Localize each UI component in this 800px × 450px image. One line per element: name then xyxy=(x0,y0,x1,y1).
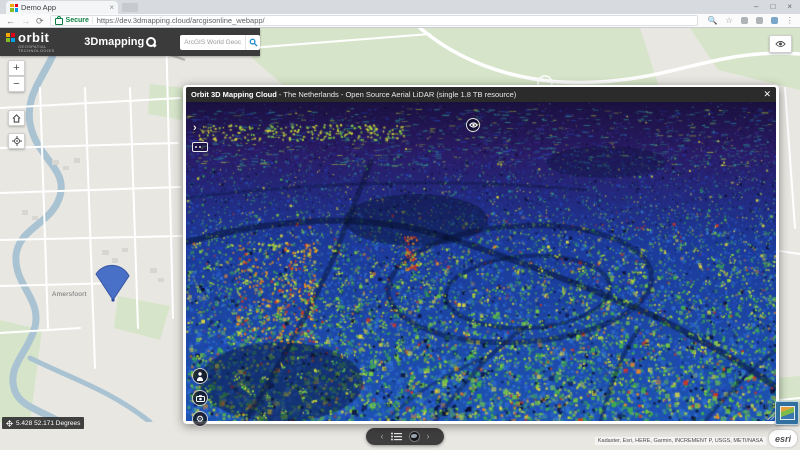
logo-square xyxy=(11,33,15,37)
browser-address-bar: ← → ⟳ Secure | https://dev.3dmapping.clo… xyxy=(0,14,800,28)
viewer-title-brand: Orbit 3D Mapping Cloud xyxy=(191,90,277,99)
zoom-out-button[interactable]: − xyxy=(8,76,25,92)
browser-menu-icon[interactable]: ⋮ xyxy=(786,16,794,25)
new-tab-button[interactable] xyxy=(122,3,138,12)
tab-favicon-icon xyxy=(10,3,18,12)
map-attribution: Kadaster, Esri, HERE, Garmin, INCREMENT … xyxy=(594,437,766,445)
extension-icon-1[interactable] xyxy=(740,17,748,24)
favicon-square xyxy=(10,3,14,7)
camera-button[interactable] xyxy=(192,390,208,406)
minimized-widget-button[interactable] xyxy=(775,401,799,425)
url-text: https://dev.3dmapping.cloud/arcgisonline… xyxy=(96,16,265,25)
zoom-in-button[interactable]: + xyxy=(8,60,25,76)
minimap-toggle-button[interactable] xyxy=(192,142,208,152)
favicon-square xyxy=(14,3,18,7)
home-icon xyxy=(12,113,21,123)
coordinates-readout: 5.428 52.171 Degrees xyxy=(2,417,85,429)
tab-close-icon[interactable]: × xyxy=(109,3,114,12)
switcher-next-button[interactable]: › xyxy=(427,432,430,441)
map-city-label: Amersfoort xyxy=(52,291,87,298)
esri-logo: esri xyxy=(769,430,797,447)
tab-title: Demo App xyxy=(21,3,57,12)
extension-icon-2[interactable] xyxy=(755,17,763,24)
locate-icon xyxy=(11,136,22,146)
browser-tab[interactable]: Demo App × xyxy=(6,1,118,14)
eye-icon xyxy=(775,41,786,47)
esri-logo-text: esri xyxy=(774,433,791,444)
basemap-switcher: ‹ › xyxy=(366,428,444,445)
locate-button[interactable] xyxy=(8,133,25,149)
secure-badge: Secure xyxy=(65,17,89,24)
visibility-button[interactable] xyxy=(769,35,792,53)
coordinates-text: 5.428 52.171 Degrees xyxy=(16,419,81,427)
logo-square xyxy=(11,38,15,42)
url-field[interactable]: Secure | https://dev.3dmapping.cloud/arc… xyxy=(49,15,698,26)
viewer-modal: Orbit 3D Mapping Cloud - The Netherlands… xyxy=(183,85,779,427)
browser-action-icons: 🔍 ☆ ⋮ xyxy=(708,16,794,25)
home-button[interactable] xyxy=(8,110,25,126)
search-button[interactable] xyxy=(245,34,260,50)
layer-list-icon[interactable] xyxy=(390,432,402,441)
orbit-logo: orbit GEOSPATIAL TECHNOLOGIES xyxy=(6,31,68,53)
window-controls: – □ × xyxy=(754,0,792,13)
viewer-title: Orbit 3D Mapping Cloud - The Netherlands… xyxy=(191,90,763,99)
screen: { "browser": { "tab": { "title": "Demo A… xyxy=(0,0,800,450)
extension-icon-3[interactable] xyxy=(770,17,778,24)
back-icon[interactable]: ← xyxy=(6,16,15,26)
bookmark-star-icon[interactable]: ☆ xyxy=(726,16,733,25)
favicon-square xyxy=(10,8,14,12)
person-icon xyxy=(197,371,203,381)
minimap-dot xyxy=(195,146,197,148)
reload-icon[interactable]: ⟳ xyxy=(36,16,44,26)
window-close-button[interactable]: × xyxy=(787,2,792,11)
panel-chevron-icon[interactable]: › xyxy=(193,122,197,134)
pedestrian-view-button[interactable] xyxy=(192,368,208,384)
viewer-close-button[interactable]: ✕ xyxy=(763,90,771,99)
window-maximize-button[interactable]: □ xyxy=(770,2,775,11)
logo-square xyxy=(6,38,10,42)
camera-icon xyxy=(195,394,205,402)
forward-icon[interactable]: → xyxy=(21,16,30,26)
settings-button[interactable]: ⚙ xyxy=(192,411,208,427)
favicon-square xyxy=(14,8,18,12)
viewer-header[interactable]: Orbit 3D Mapping Cloud - The Netherlands… xyxy=(186,87,776,102)
product-label: 3Dmapping xyxy=(84,36,145,48)
switcher-prev-button[interactable]: ‹ xyxy=(381,432,384,441)
app-toolbar: orbit GEOSPATIAL TECHNOLOGIES 3Dmapping xyxy=(0,28,260,56)
viewer-title-rest: - The Netherlands - Open Source Aerial L… xyxy=(276,90,517,99)
minimap-dot xyxy=(199,146,201,148)
lidar-canvas[interactable] xyxy=(186,102,776,421)
search-icon xyxy=(249,38,258,47)
eye-icon xyxy=(468,122,478,128)
product-name: 3Dmapping xyxy=(84,36,157,48)
window-minimize-button[interactable]: – xyxy=(754,2,758,11)
location-pin-icon xyxy=(146,37,157,47)
brand-name: orbit xyxy=(18,30,50,45)
lock-icon xyxy=(54,15,63,25)
view-eye-button[interactable] xyxy=(466,118,480,132)
geocode-search xyxy=(180,34,260,50)
page-search-icon[interactable]: 🔍 xyxy=(708,16,718,25)
crosshair-icon xyxy=(6,419,13,427)
browser-tab-strip: Demo App × – □ × xyxy=(0,0,800,14)
search-input[interactable] xyxy=(180,38,245,46)
lidar-viewport: › ⚙ xyxy=(186,102,776,427)
logo-square xyxy=(6,33,10,37)
basemap-globe-icon[interactable] xyxy=(408,431,420,442)
brand-subtitle: GEOSPATIAL TECHNOLOGIES xyxy=(18,44,55,53)
orbit-squares-icon xyxy=(6,33,15,43)
widget-thumbnail xyxy=(779,406,795,420)
resize-handle[interactable] xyxy=(767,412,775,420)
url-divider: | xyxy=(91,17,94,24)
